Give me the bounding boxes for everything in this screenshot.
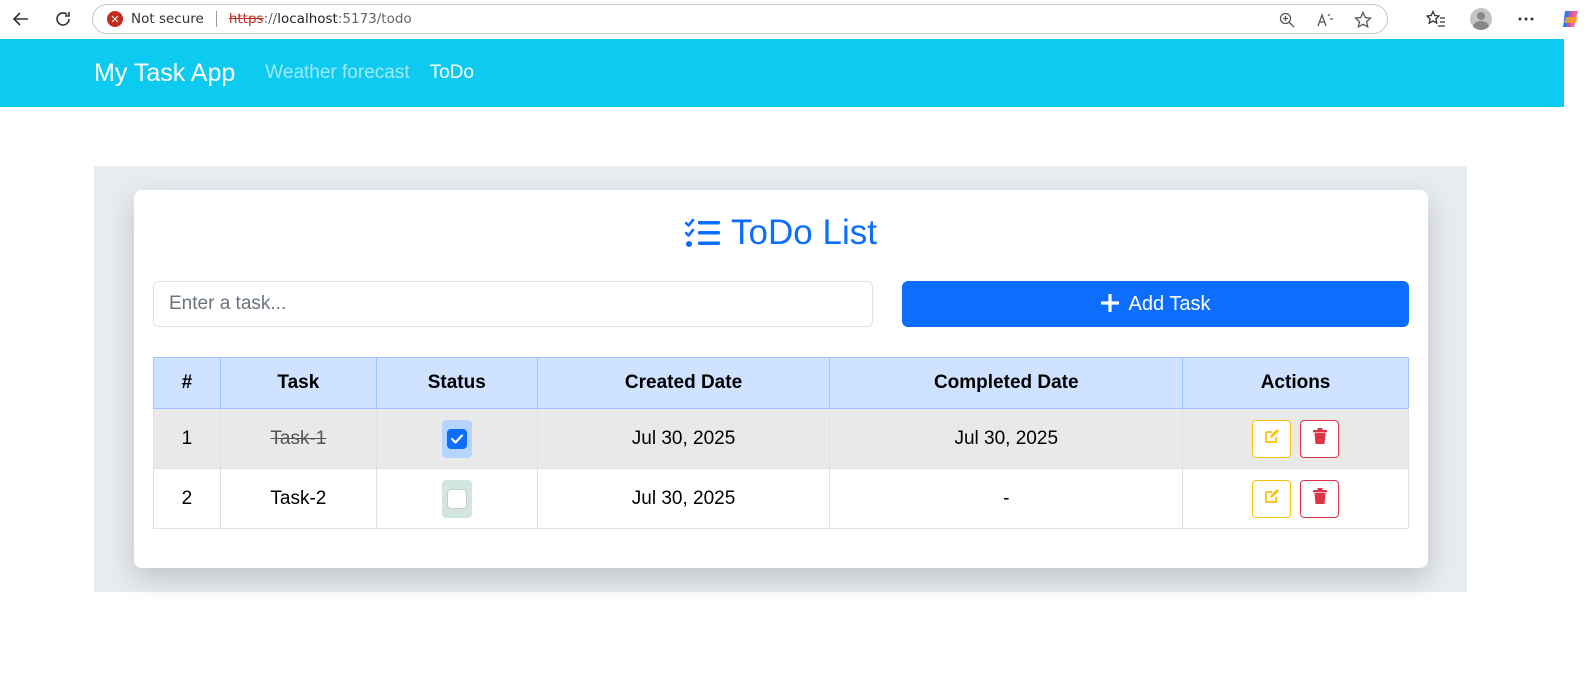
trash-icon [1312, 487, 1327, 510]
url-divider [215, 11, 217, 27]
copilot-icon[interactable] [1548, 6, 1593, 32]
delete-button[interactable] [1300, 419, 1340, 458]
url-protocol: https [228, 11, 264, 27]
row-created-date: Jul 30, 2025 [536, 408, 831, 469]
task-name-text: Task-2 [270, 487, 327, 509]
header-status: Status [375, 357, 538, 409]
edit-icon [1264, 428, 1280, 450]
back-icon[interactable] [8, 6, 34, 32]
task-input[interactable] [153, 281, 873, 327]
row-completed-date: - [829, 468, 1184, 529]
todo-table: # Task Status Created Date Completed Dat… [153, 357, 1409, 529]
edit-icon [1264, 488, 1280, 510]
card-title: ToDo List [134, 213, 1428, 253]
row-status [375, 408, 538, 469]
task-name-text: Task-1 [270, 427, 327, 449]
row-actions [1182, 468, 1409, 529]
favorites-icon[interactable] [1413, 6, 1458, 32]
nav-link-weather-forecast[interactable]: Weather forecast [265, 62, 409, 84]
zoom-icon[interactable] [1277, 10, 1297, 30]
app-navbar: My Task App Weather forecast ToDo [0, 39, 1564, 107]
row-index: 1 [153, 408, 221, 469]
header-completed-date: Completed Date [829, 357, 1184, 409]
favorite-star-icon[interactable] [1353, 10, 1373, 30]
delete-button[interactable] [1300, 479, 1340, 518]
trash-icon [1312, 427, 1327, 450]
add-task-button[interactable]: Add Task [902, 281, 1409, 327]
app-brand[interactable]: My Task App [94, 59, 235, 88]
header-created-date: Created Date [536, 357, 831, 409]
more-options-icon[interactable] [1503, 6, 1548, 32]
add-task-label: Add Task [1128, 292, 1211, 315]
header-actions: Actions [1182, 357, 1409, 409]
url-host: localhost [277, 11, 338, 27]
table-header-row: # Task Status Created Date Completed Dat… [153, 357, 1409, 409]
address-bar[interactable]: ✕ Not secure https://localhost:5173/todo [92, 4, 1388, 34]
checkbox-unchecked-icon [446, 488, 467, 509]
security-warning-icon[interactable]: ✕ [107, 11, 123, 27]
reload-icon[interactable] [50, 6, 76, 32]
url-separator: :// [263, 11, 278, 27]
header-index: # [153, 357, 221, 409]
table-row: 1 Task-1 Jul 30, 2025 Jul 30, 2025 [153, 408, 1409, 469]
row-actions [1182, 408, 1409, 469]
url-path: :5173/todo [337, 11, 412, 27]
card-title-text: ToDo List [731, 213, 877, 252]
row-task-name: Task-2 [219, 468, 377, 529]
profile-avatar-icon[interactable] [1458, 6, 1503, 32]
checkbox-checked-icon [446, 428, 467, 449]
browser-chrome: ✕ Not secure https://localhost:5173/todo [0, 0, 1593, 38]
todo-card: ToDo List Add Task # Task Status Created… [134, 190, 1428, 568]
row-completed-date: Jul 30, 2025 [829, 408, 1184, 469]
status-checkbox[interactable] [441, 419, 472, 458]
plus-icon [1099, 289, 1120, 317]
read-aloud-icon[interactable] [1315, 10, 1335, 30]
row-task-name: Task-1 [219, 408, 377, 469]
status-checkbox[interactable] [441, 479, 472, 518]
row-index: 2 [153, 468, 221, 529]
header-task: Task [219, 357, 377, 409]
table-row: 2 Task-2 Jul 30, 2025 - [153, 468, 1409, 529]
list-check-icon [685, 218, 721, 248]
edit-button[interactable] [1252, 419, 1292, 458]
nav-link-todo[interactable]: ToDo [430, 62, 474, 84]
row-created-date: Jul 30, 2025 [536, 468, 831, 529]
security-status-text[interactable]: Not secure [131, 11, 204, 27]
edit-button[interactable] [1252, 479, 1292, 518]
row-status [375, 468, 538, 529]
